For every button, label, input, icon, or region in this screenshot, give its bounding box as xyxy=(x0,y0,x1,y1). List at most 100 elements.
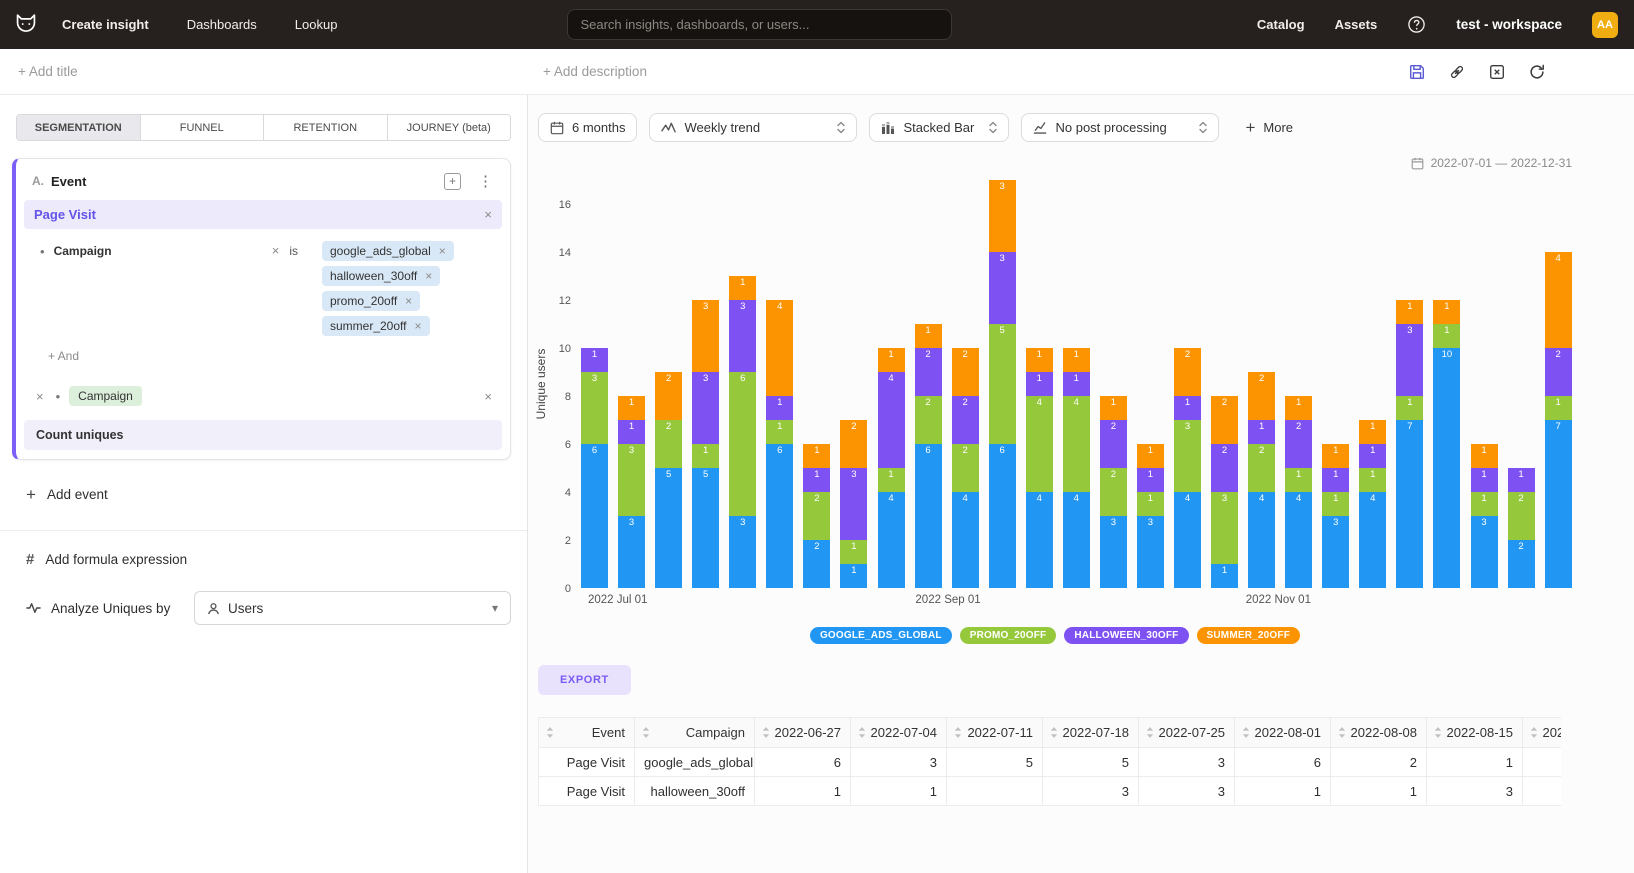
bar-segment-google-ads-global[interactable]: 4 xyxy=(1063,492,1090,588)
remove-filter-value-icon[interactable]: × xyxy=(405,295,412,307)
bar-segment-promo-20off[interactable]: 3 xyxy=(581,372,608,444)
analyze-by-select[interactable]: Users ▾ xyxy=(194,591,511,625)
bar-segment-google-ads-global[interactable]: 7 xyxy=(1396,420,1423,588)
bar-segment-promo-20off[interactable]: 2 xyxy=(803,492,830,540)
bar-segment-halloween-30off[interactable]: 2 xyxy=(915,348,942,396)
legend-item-summer-20off[interactable]: SUMMER_20OFF xyxy=(1197,627,1301,644)
bar-segment-promo-20off[interactable]: 2 xyxy=(1248,444,1275,492)
cat-logo[interactable] xyxy=(8,7,44,43)
bar-segment-halloween-30off[interactable]: 3 xyxy=(840,468,867,540)
bar-segment-halloween-30off[interactable]: 2 xyxy=(1211,444,1238,492)
bar-segment-halloween-30off[interactable]: 2 xyxy=(1285,420,1312,468)
bar-segment-summer-20off[interactable]: 1 xyxy=(1026,348,1053,372)
bar-segment-google-ads-global[interactable]: 5 xyxy=(655,468,682,588)
bar-segment-halloween-30off[interactable]: 2 xyxy=(952,396,979,444)
column-header-2022-07-25[interactable]: 2022-07-25 xyxy=(1139,718,1235,748)
bar-segment-promo-20off[interactable]: 2 xyxy=(1100,468,1127,516)
help-icon[interactable] xyxy=(1407,15,1426,34)
bar-segment-summer-20off[interactable]: 1 xyxy=(803,444,830,468)
bar-segment-summer-20off[interactable]: 1 xyxy=(1285,396,1312,420)
bar-segment-google-ads-global[interactable]: 4 xyxy=(1285,492,1312,588)
bar-segment-promo-20off[interactable]: 2 xyxy=(655,420,682,468)
search-input[interactable] xyxy=(567,9,952,40)
bar-segment-google-ads-global[interactable]: 6 xyxy=(989,444,1016,588)
filter-value-tag-promo-20off[interactable]: promo_20off× xyxy=(322,291,420,311)
bar-segment-halloween-30off[interactable]: 2 xyxy=(1100,420,1127,468)
bar-segment-summer-20off[interactable]: 4 xyxy=(1545,252,1572,348)
bar-segment-promo-20off[interactable]: 4 xyxy=(1063,396,1090,492)
bar-segment-google-ads-global[interactable]: 3 xyxy=(618,516,645,588)
column-header-2022-07-04[interactable]: 2022-07-04 xyxy=(851,718,947,748)
chart-type-select[interactable]: Stacked Bar xyxy=(869,113,1009,142)
bar-segment-halloween-30off[interactable]: 1 xyxy=(618,420,645,444)
nav-item-assets[interactable]: Assets xyxy=(1335,17,1378,32)
nav-item-dashboards[interactable]: Dashboards xyxy=(187,17,257,32)
bar-segment-google-ads-global[interactable]: 4 xyxy=(878,492,905,588)
bar-segment-halloween-30off[interactable]: 1 xyxy=(766,396,793,420)
bar-segment-halloween-30off[interactable]: 3 xyxy=(729,300,756,372)
bar-segment-google-ads-global[interactable]: 3 xyxy=(1100,516,1127,588)
bar-segment-summer-20off[interactable]: 1 xyxy=(1433,300,1460,324)
bar-segment-google-ads-global[interactable]: 4 xyxy=(1359,492,1386,588)
filter-property[interactable]: Campaign xyxy=(54,244,272,258)
bar-segment-summer-20off[interactable]: 1 xyxy=(618,396,645,420)
bar-segment-promo-20off[interactable]: 1 xyxy=(1545,396,1572,420)
bar-segment-summer-20off[interactable]: 1 xyxy=(1063,348,1090,372)
bar-segment-promo-20off[interactable]: 1 xyxy=(1285,468,1312,492)
bar-segment-google-ads-global[interactable]: 3 xyxy=(1471,516,1498,588)
bar-segment-google-ads-global[interactable]: 1 xyxy=(1211,564,1238,588)
nav-item-lookup[interactable]: Lookup xyxy=(295,17,338,32)
bar-segment-halloween-30off[interactable]: 3 xyxy=(692,372,719,444)
bar-segment-google-ads-global[interactable]: 4 xyxy=(1248,492,1275,588)
bar-segment-google-ads-global[interactable]: 7 xyxy=(1545,420,1572,588)
column-header-2022-08-08[interactable]: 2022-08-08 xyxy=(1331,718,1427,748)
bar-segment-halloween-30off[interactable]: 1 xyxy=(1471,468,1498,492)
global-search[interactable] xyxy=(567,9,952,40)
filter-value-tag-halloween-30off[interactable]: halloween_30off× xyxy=(322,266,440,286)
column-header-event[interactable]: Event xyxy=(539,718,635,748)
bar-segment-summer-20off[interactable]: 2 xyxy=(1211,396,1238,444)
bar-segment-halloween-30off[interactable]: 1 xyxy=(1359,444,1386,468)
link-icon[interactable] xyxy=(1448,63,1466,81)
bar-segment-halloween-30off[interactable]: 1 xyxy=(1508,468,1535,492)
bar-segment-summer-20off[interactable]: 2 xyxy=(840,420,867,468)
bar-segment-halloween-30off[interactable]: 1 xyxy=(1174,396,1201,420)
kebab-menu-icon[interactable]: ⋮ xyxy=(475,172,496,190)
bar-segment-promo-20off[interactable]: 1 xyxy=(1471,492,1498,516)
bar-segment-halloween-30off[interactable]: 1 xyxy=(1137,468,1164,492)
aggregation-selector[interactable]: Count uniques xyxy=(24,420,502,450)
save-icon[interactable] xyxy=(1408,63,1426,81)
bar-segment-google-ads-global[interactable]: 3 xyxy=(1322,516,1349,588)
nav-item-create-insight[interactable]: Create insight xyxy=(62,17,149,32)
bar-segment-halloween-30off[interactable]: 1 xyxy=(1063,372,1090,396)
bar-segment-promo-20off[interactable]: 1 xyxy=(840,540,867,564)
column-header-2022-07-11[interactable]: 2022-07-11 xyxy=(947,718,1043,748)
bar-segment-summer-20off[interactable]: 3 xyxy=(989,180,1016,252)
tab-funnel[interactable]: FUNNEL xyxy=(141,115,265,140)
bar-segment-google-ads-global[interactable]: 1 xyxy=(840,564,867,588)
column-header-2022-07-18[interactable]: 2022-07-18 xyxy=(1043,718,1139,748)
bar-segment-summer-20off[interactable]: 1 xyxy=(1396,300,1423,324)
column-header-2022-08-15[interactable]: 2022-08-15 xyxy=(1427,718,1523,748)
bar-segment-google-ads-global[interactable]: 10 xyxy=(1433,348,1460,588)
bar-segment-summer-20off[interactable]: 1 xyxy=(1137,444,1164,468)
bar-segment-summer-20off[interactable]: 2 xyxy=(952,348,979,396)
close-box-icon[interactable] xyxy=(1488,63,1506,81)
bar-segment-promo-20off[interactable]: 3 xyxy=(1211,492,1238,564)
bar-segment-halloween-30off[interactable]: 1 xyxy=(1248,420,1275,444)
more-button[interactable]: + More xyxy=(1245,119,1293,136)
bar-segment-google-ads-global[interactable]: 4 xyxy=(1174,492,1201,588)
legend-item-google-ads-global[interactable]: GOOGLE_ADS_GLOBAL xyxy=(810,627,952,644)
trend-select[interactable]: Weekly trend xyxy=(649,113,857,142)
bar-segment-summer-20off[interactable]: 1 xyxy=(729,276,756,300)
bar-segment-halloween-30off[interactable]: 4 xyxy=(878,372,905,468)
bar-segment-summer-20off[interactable]: 1 xyxy=(915,324,942,348)
bar-segment-google-ads-global[interactable]: 4 xyxy=(1026,492,1053,588)
bar-segment-summer-20off[interactable]: 3 xyxy=(692,300,719,372)
bar-segment-summer-20off[interactable]: 4 xyxy=(766,300,793,396)
bar-segment-halloween-30off[interactable]: 3 xyxy=(1396,324,1423,396)
bar-segment-halloween-30off[interactable]: 3 xyxy=(989,252,1016,324)
bar-segment-promo-20off[interactable]: 2 xyxy=(952,444,979,492)
add-event-button[interactable]: + Add event xyxy=(26,486,527,503)
bar-segment-google-ads-global[interactable]: 2 xyxy=(1508,540,1535,588)
